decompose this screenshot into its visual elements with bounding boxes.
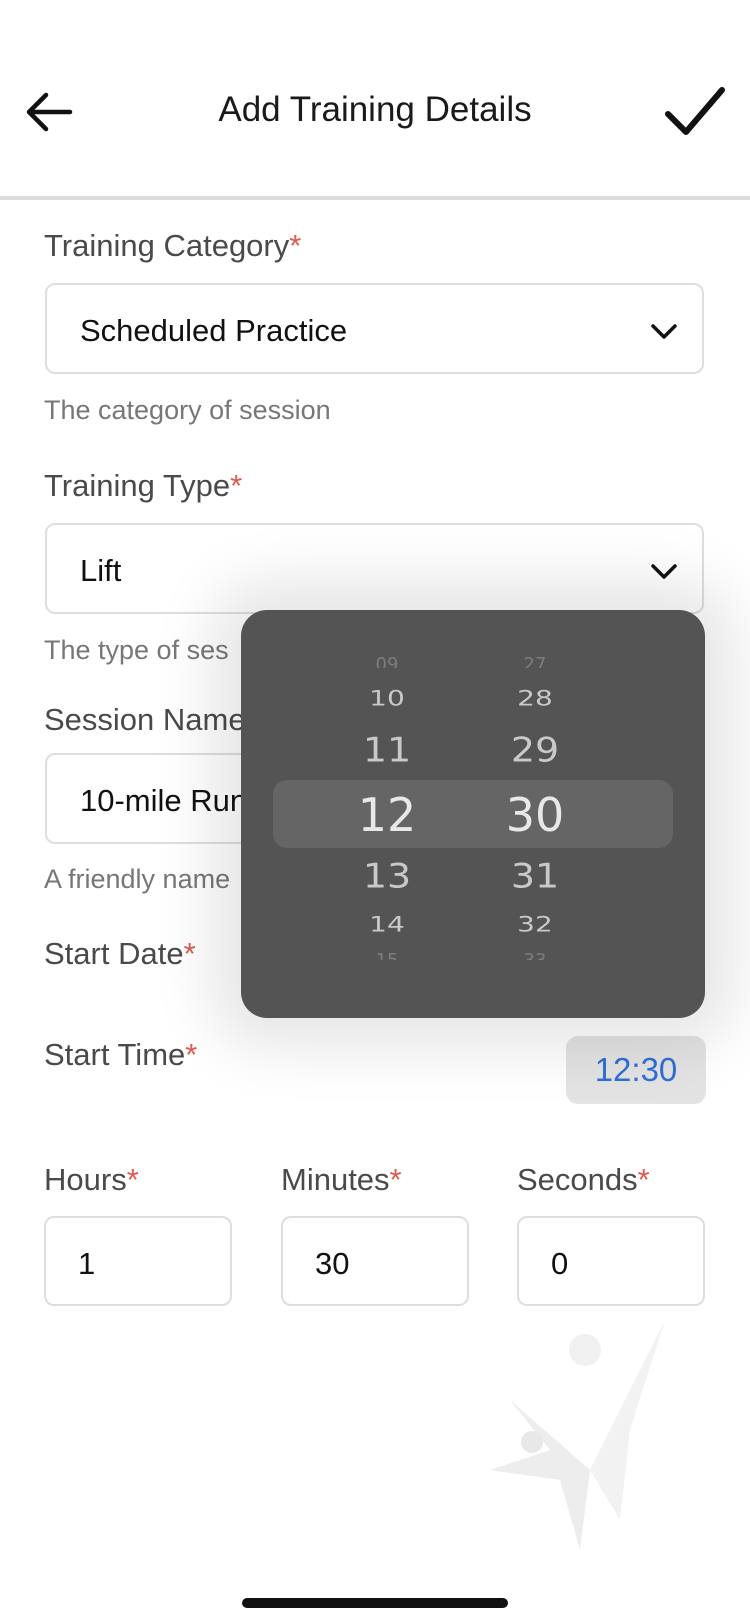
session-name-label: Session Name <box>44 702 246 737</box>
confirm-button[interactable] <box>660 82 730 142</box>
required-mark: * <box>289 228 302 263</box>
hours-value: 1 <box>78 1246 96 1281</box>
start-date-label-text: Start Date <box>44 936 184 971</box>
page-title: Add Training Details <box>218 90 532 129</box>
required-mark: * <box>637 1162 650 1197</box>
picker-hour-selected[interactable]: 12 <box>327 788 447 842</box>
seconds-label-text: Seconds <box>517 1162 638 1197</box>
required-mark: * <box>126 1162 139 1197</box>
picker-hour-item[interactable]: 14 <box>327 912 447 937</box>
picker-minute-item[interactable]: 33 <box>475 950 595 960</box>
picker-minute-selected[interactable]: 30 <box>475 788 595 842</box>
header-divider <box>0 196 750 200</box>
training-category-label-text: Training Category <box>44 228 290 263</box>
picker-minute-item[interactable]: 31 <box>475 856 595 896</box>
training-category-select[interactable]: Scheduled Practice <box>45 283 704 374</box>
training-category-label: Training Category* <box>44 228 301 264</box>
training-type-select[interactable]: Lift <box>45 523 704 614</box>
training-category-help: The category of session <box>44 395 331 425</box>
hours-label-text: Hours <box>44 1162 127 1197</box>
picker-hour-item[interactable]: 10 <box>327 686 447 711</box>
required-mark: * <box>183 936 196 971</box>
picker-minute-item[interactable]: 27 <box>475 654 595 668</box>
picker-hour-item[interactable]: 15 <box>327 950 447 960</box>
training-type-value: Lift <box>80 553 122 588</box>
chevron-down-icon <box>651 564 677 579</box>
hours-label: Hours* <box>44 1162 139 1198</box>
required-mark: * <box>230 468 243 503</box>
session-name-value: 10-mile Run <box>80 783 248 818</box>
required-mark: * <box>389 1162 402 1197</box>
hours-input[interactable]: 1 <box>44 1216 232 1306</box>
picker-minute-item[interactable]: 32 <box>475 912 595 937</box>
seconds-label: Seconds* <box>517 1162 650 1198</box>
picker-minute-item[interactable]: 29 <box>475 730 595 770</box>
checkmark-icon <box>665 87 725 135</box>
start-date-label: Start Date* <box>44 936 196 972</box>
training-category-value: Scheduled Practice <box>80 313 348 348</box>
minutes-label: Minutes* <box>281 1162 402 1198</box>
session-name-help: A friendly name <box>44 864 231 894</box>
minutes-input[interactable]: 30 <box>281 1216 469 1306</box>
chevron-down-icon <box>651 324 677 339</box>
home-indicator[interactable] <box>242 1598 508 1608</box>
minutes-label-text: Minutes <box>281 1162 390 1197</box>
app-header: Add Training Details <box>0 0 750 200</box>
minutes-value: 30 <box>315 1246 350 1281</box>
picker-minute-item[interactable]: 28 <box>475 686 595 711</box>
picker-hour-item[interactable]: 11 <box>327 730 447 770</box>
start-time-label: Start Time* <box>44 1037 197 1073</box>
seconds-value: 0 <box>551 1246 569 1281</box>
training-type-help: The type of ses <box>44 635 229 665</box>
picker-hour-item[interactable]: 13 <box>327 856 447 896</box>
training-type-label: Training Type* <box>44 468 242 504</box>
start-time-label-text: Start Time <box>44 1037 186 1072</box>
start-time-button[interactable]: 12:30 <box>566 1036 706 1104</box>
logo-watermark <box>490 1320 665 1550</box>
picker-hour-item[interactable]: 09 <box>327 654 447 668</box>
time-picker[interactable]: 09 10 11 12 13 14 15 27 28 29 30 31 32 3… <box>241 610 705 1018</box>
required-mark: * <box>185 1037 198 1072</box>
training-type-label-text: Training Type <box>44 468 231 503</box>
